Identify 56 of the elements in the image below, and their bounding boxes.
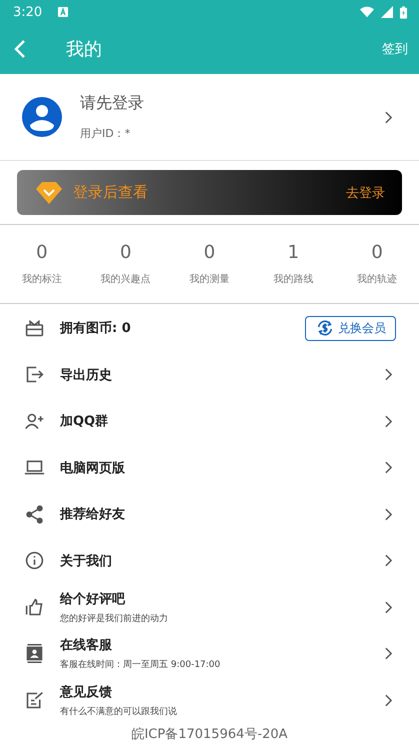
- stat-count[interactable]: 1: [288, 242, 300, 263]
- menu-item-title[interactable]: 关于我们: [60, 552, 112, 570]
- diamond-icon: [36, 182, 62, 204]
- login-prompt[interactable]: 请先登录: [80, 93, 144, 114]
- battery-icon: [400, 6, 407, 18]
- chevron-icon: [385, 414, 392, 428]
- info-icon: [24, 550, 45, 572]
- chevron-icon: [385, 600, 392, 614]
- export-icon: [24, 364, 45, 386]
- stat-count[interactable]: 0: [371, 242, 383, 263]
- menu-item-subtitle: 有什么不满意的可以跟我们说: [60, 706, 177, 718]
- status-time: 3:20: [13, 4, 42, 20]
- page-title: 我的: [66, 38, 102, 61]
- go-login-link[interactable]: 去登录: [346, 184, 385, 202]
- vip-banner-text: 登录后查看: [73, 183, 148, 202]
- share-icon: [24, 504, 45, 525]
- stat-label[interactable]: 我的路线: [273, 272, 314, 286]
- menu-item-title[interactable]: 给个好评吧: [60, 590, 168, 608]
- notification-icon: [58, 7, 68, 17]
- stat-count[interactable]: 0: [36, 242, 48, 263]
- redeem-membership-button[interactable]: 兑换会员: [305, 316, 396, 341]
- edit-note-icon: [24, 690, 45, 711]
- contact-card-icon: [24, 643, 45, 664]
- chevron-icon: [385, 461, 392, 474]
- chevron-icon: [385, 110, 392, 124]
- menu-item-title[interactable]: 加QQ群: [60, 412, 108, 430]
- gift-icon: [24, 318, 45, 339]
- thumbs-up-icon: [24, 596, 45, 618]
- add-user-icon: [24, 410, 45, 432]
- menu-item-title[interactable]: 推荐给好友: [60, 505, 125, 524]
- chevron-icon: [385, 368, 392, 382]
- menu-item-subtitle: 您的好评是我们前进的动力: [60, 612, 168, 625]
- menu-item-title[interactable]: 拥有图币: 0: [60, 319, 131, 338]
- user-id: 用户ID：*: [80, 126, 132, 141]
- menu-item-title[interactable]: 在线客服: [60, 636, 220, 654]
- chevron-icon: [385, 554, 392, 568]
- icp-license-text: 皖ICP备17015964号-20A: [130, 726, 289, 744]
- stat-label[interactable]: 我的测量: [189, 272, 230, 286]
- stat-label[interactable]: 我的兴趣点: [100, 272, 151, 286]
- stat-label[interactable]: 我的标注: [22, 272, 62, 286]
- chevron-icon: [385, 508, 392, 521]
- chevron-icon: [385, 694, 392, 707]
- stat-label[interactable]: 我的轨迹: [357, 272, 398, 286]
- avatar-icon: [22, 97, 62, 137]
- stat-count[interactable]: 0: [204, 242, 216, 263]
- signal-icon: [380, 6, 394, 18]
- chevron-icon: [385, 647, 392, 660]
- vip-banner[interactable]: 登录后查看 去登录: [17, 170, 402, 215]
- wifi-icon: [360, 6, 374, 18]
- menu-item-title[interactable]: 电脑网页版: [60, 458, 125, 477]
- menu-item-subtitle: 客服在线时间：周一至周五 9:00-17:00: [60, 658, 220, 672]
- menu-item-title[interactable]: 导出历史: [60, 366, 112, 384]
- stat-count[interactable]: 0: [120, 242, 132, 263]
- exchange-icon: [316, 319, 334, 338]
- menu-item-title[interactable]: 意见反馈: [60, 682, 177, 701]
- back-icon[interactable]: [14, 39, 26, 59]
